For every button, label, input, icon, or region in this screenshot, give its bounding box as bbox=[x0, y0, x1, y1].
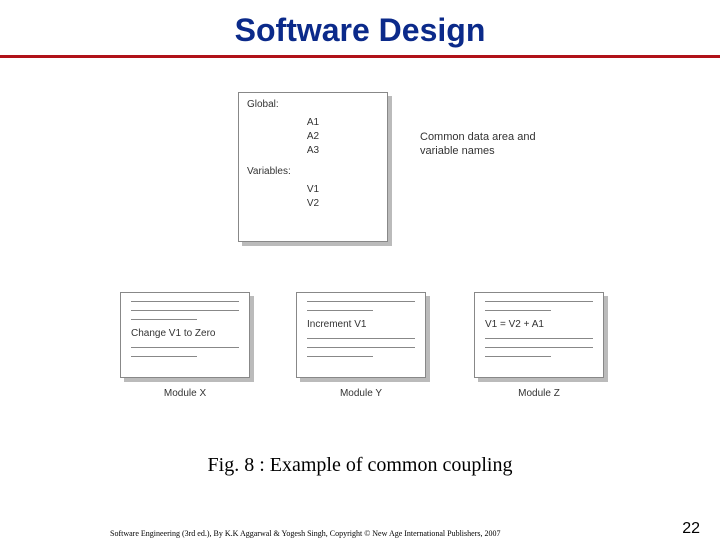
value-a1: A1 bbox=[247, 116, 379, 130]
module-z-box: V1 = V2 + A1 bbox=[474, 292, 604, 378]
module-x-text: Change V1 to Zero bbox=[131, 328, 239, 339]
line-icon bbox=[307, 338, 415, 339]
line-icon bbox=[485, 338, 593, 339]
value-v2: V2 bbox=[247, 197, 379, 211]
line-icon bbox=[485, 301, 593, 302]
diagram-area: Global: A1 A2 A3 Variables: V1 V2 Common… bbox=[0, 88, 720, 408]
line-icon bbox=[307, 301, 415, 302]
module-y-box: Increment V1 bbox=[296, 292, 426, 378]
line-icon bbox=[131, 310, 239, 311]
line-icon bbox=[131, 347, 239, 348]
line-icon bbox=[485, 356, 551, 357]
module-z-text: V1 = V2 + A1 bbox=[485, 319, 593, 330]
figure-caption: Fig. 8 : Example of common coupling bbox=[0, 454, 720, 477]
line-icon bbox=[485, 347, 593, 348]
line-icon bbox=[131, 319, 197, 320]
global-v-values: V1 V2 bbox=[247, 183, 379, 211]
module-y-text: Increment V1 bbox=[307, 319, 415, 330]
title-underline bbox=[0, 55, 720, 58]
line-icon bbox=[307, 356, 373, 357]
slide-title: Software Design bbox=[0, 12, 720, 49]
module-y-label: Module Y bbox=[296, 388, 426, 399]
annotation-text: Common data area and variable names bbox=[420, 130, 570, 158]
global-label: Global: bbox=[247, 99, 379, 110]
global-data-box: Global: A1 A2 A3 Variables: V1 V2 bbox=[238, 92, 388, 242]
line-icon bbox=[131, 356, 197, 357]
variables-label: Variables: bbox=[247, 166, 379, 177]
line-icon bbox=[307, 310, 373, 311]
module-x-box: Change V1 to Zero bbox=[120, 292, 250, 378]
module-x-label: Module X bbox=[120, 388, 250, 399]
module-z-label: Module Z bbox=[474, 388, 604, 399]
footer-citation: Software Engineering (3rd ed.), By K.K A… bbox=[110, 529, 500, 538]
value-a2: A2 bbox=[247, 130, 379, 144]
line-icon bbox=[307, 347, 415, 348]
line-icon bbox=[131, 301, 239, 302]
slide-number: 22 bbox=[682, 520, 700, 538]
value-a3: A3 bbox=[247, 144, 379, 158]
global-a-values: A1 A2 A3 bbox=[247, 116, 379, 158]
line-icon bbox=[485, 310, 551, 311]
value-v1: V1 bbox=[247, 183, 379, 197]
